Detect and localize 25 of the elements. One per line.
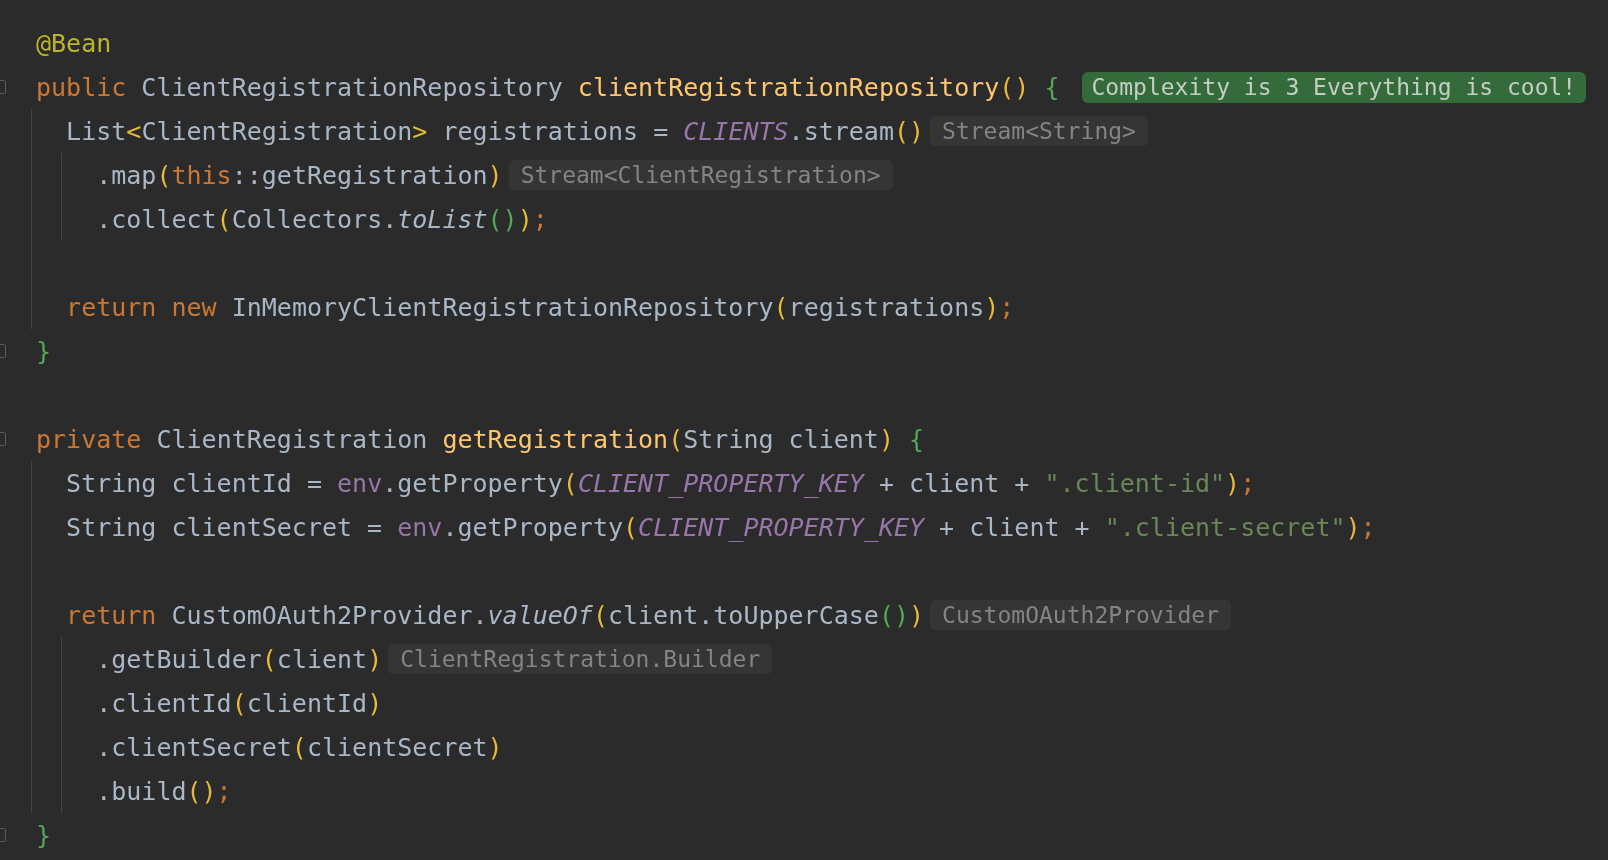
code-line: } xyxy=(36,820,52,850)
fold-icon[interactable] xyxy=(0,344,6,358)
code-line: String clientId = env.getProperty(CLIENT_PROPERTY_KEY + client + ".client-id"); xyxy=(66,468,1256,498)
code-line: .build(); xyxy=(96,776,232,806)
fold-icon[interactable] xyxy=(0,432,6,446)
code-line: .map(this::getRegistration) xyxy=(96,160,503,190)
code-line: String clientSecret = env.getProperty(CLIENT_PROPERTY_KEY + client + ".client-secret"); xyxy=(66,512,1376,542)
code-line: .getBuilder(client) xyxy=(96,644,383,674)
complexity-badge: Complexity is 3 Everything is cool! xyxy=(1081,71,1587,103)
type-hint: Stream<ClientRegistration> xyxy=(508,160,893,190)
code-line: return CustomOAuth2Provider.valueOf(client.toUpperCase()) xyxy=(66,600,925,630)
type-hint: Stream<String> xyxy=(930,116,1148,146)
code-line: private ClientRegistration getRegistration(String client) { xyxy=(36,424,925,454)
code-line: public ClientRegistrationRepository clientRegistrationRepository() { xyxy=(36,72,1060,102)
code-line: @Bean xyxy=(36,28,112,58)
code-line: .clientSecret(clientSecret) xyxy=(96,732,503,762)
code-line: .collect(Collectors.toList()); xyxy=(96,204,548,234)
type-hint: CustomOAuth2Provider xyxy=(930,600,1231,630)
code-line: .clientId(clientId) xyxy=(96,688,383,718)
code-line: } xyxy=(36,336,52,366)
code-line: List<ClientRegistration> registrations = CLIENTS.stream() xyxy=(66,116,925,146)
fold-icon[interactable] xyxy=(0,80,6,94)
code-line: return new InMemoryClientRegistrationRepository(registrations); xyxy=(66,292,1015,322)
type-hint: ClientRegistration.Builder xyxy=(388,644,773,674)
fold-icon[interactable] xyxy=(0,828,6,842)
